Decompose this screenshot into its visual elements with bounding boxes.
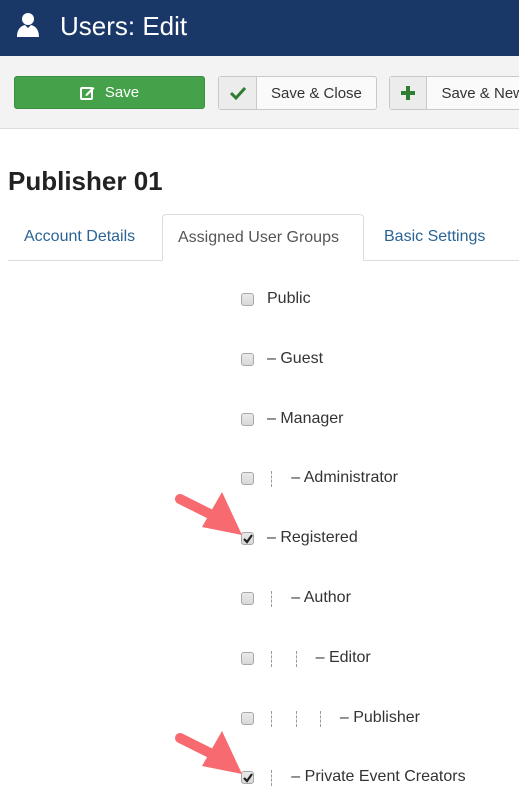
toolbar: Save Save & Close Save & New	[0, 56, 519, 129]
annotation-arrow-icon	[175, 731, 242, 775]
edit-icon	[79, 87, 95, 100]
tab-account-details[interactable]: Account Details	[8, 214, 151, 260]
group-label[interactable]: – Publisher	[340, 708, 420, 728]
group-checkbox[interactable]	[241, 711, 254, 725]
group-label[interactable]: – Private Event Creators	[291, 767, 465, 787]
save-close-label: Save & Close	[271, 84, 362, 102]
tree-guide-line	[271, 591, 272, 607]
group-checkbox[interactable]	[241, 592, 254, 605]
group-row: – Publisher	[0, 707, 519, 731]
tree-guide-line	[295, 710, 297, 727]
group-row: – Registered	[0, 527, 519, 551]
group-label[interactable]: – Administrator	[291, 468, 398, 488]
save-new-button[interactable]: Save & New	[389, 76, 519, 110]
tree-guide-line	[271, 471, 272, 488]
check-icon	[219, 77, 257, 109]
group-row: – Administrator	[0, 467, 519, 491]
annotation-arrow-icon	[175, 492, 242, 536]
group-checkbox[interactable]	[241, 412, 254, 426]
group-checkbox[interactable]	[241, 352, 254, 366]
group-label[interactable]: – Registered	[267, 528, 358, 548]
group-row: – Manager	[0, 408, 519, 432]
tab-basic-settings[interactable]: Basic Settings	[376, 214, 493, 260]
tree-guide-line	[271, 650, 272, 667]
group-row: – Private Event Creators	[0, 766, 519, 790]
group-checkbox[interactable]	[241, 472, 254, 486]
page-header-title: Users: Edit	[60, 11, 188, 41]
tree-guide-line	[295, 650, 297, 667]
tree-guide-line	[271, 770, 272, 787]
tab-bar: Account Details Assigned User Groups Bas…	[8, 214, 519, 261]
user-icon	[17, 13, 39, 37]
group-label[interactable]: Public	[267, 289, 311, 309]
group-row: – Guest	[0, 348, 519, 372]
tree-guide-line	[271, 710, 272, 727]
app-header: Users: Edit	[0, 0, 519, 56]
save-button[interactable]: Save	[14, 76, 205, 109]
tree-guide-line	[320, 710, 321, 727]
plus-icon	[390, 77, 428, 109]
group-label[interactable]: – Author	[291, 588, 351, 608]
tab-assigned-user-groups[interactable]: Assigned User Groups	[162, 214, 364, 261]
save-button-label: Save	[104, 84, 140, 101]
group-label[interactable]: – Manager	[267, 409, 344, 429]
group-label[interactable]: – Guest	[267, 349, 323, 369]
save-new-label: Save & New	[441, 84, 519, 102]
group-label[interactable]: – Editor	[316, 648, 371, 668]
group-row: Public	[0, 288, 519, 312]
group-row: – Editor	[0, 647, 519, 671]
group-row: – Author	[0, 587, 519, 611]
group-checkbox[interactable]	[241, 293, 254, 306]
group-checkbox[interactable]	[241, 651, 254, 665]
page-title: Publisher 01	[8, 166, 163, 196]
save-close-button[interactable]: Save & Close	[218, 76, 377, 110]
